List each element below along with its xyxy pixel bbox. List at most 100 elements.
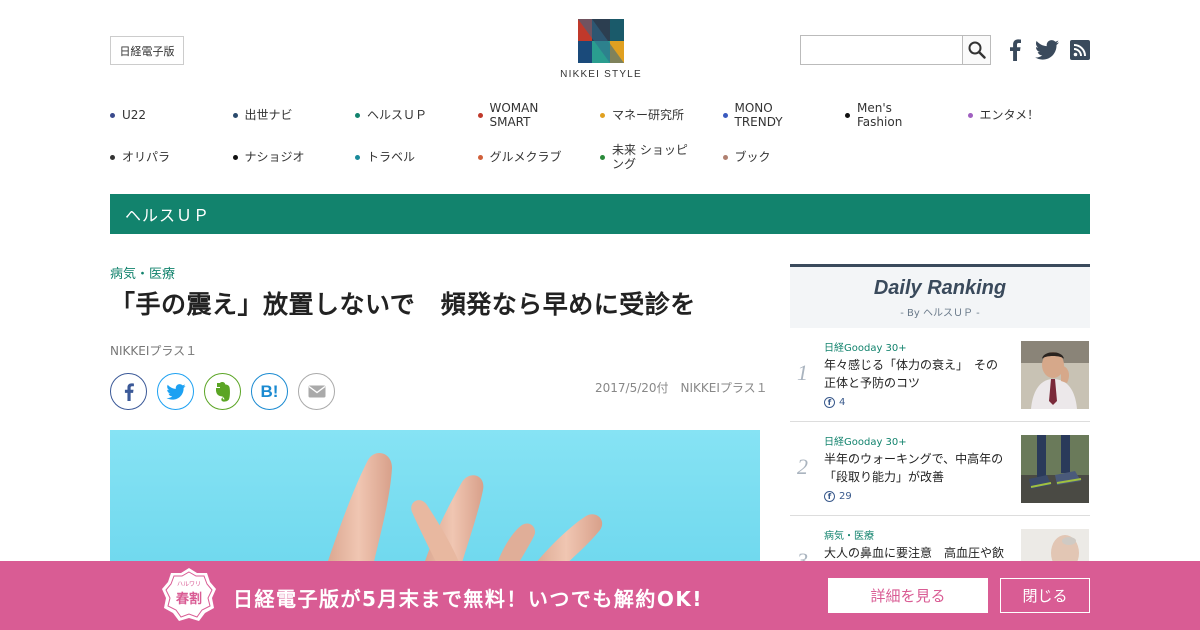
- ranking-share-count: f 4: [824, 397, 845, 408]
- twitter-icon: [165, 383, 186, 400]
- article-source: NIKKEIプラス１: [110, 344, 198, 358]
- article-hero-image: [110, 430, 760, 570]
- nav-label: MONO TRENDY: [734, 101, 783, 129]
- nav-item-natgeo[interactable]: ナショジオ: [232, 142, 356, 172]
- facebook-link[interactable]: [1007, 39, 1023, 61]
- nav-dot: [232, 112, 238, 118]
- nav-label: WOMAN SMART: [489, 101, 539, 129]
- nav-dot: [355, 112, 360, 118]
- nav-label: 出世ナビ: [244, 108, 293, 122]
- nav-item-shusse-navi[interactable]: 出世ナビ: [232, 100, 356, 130]
- nav-label: ブック: [734, 150, 771, 164]
- ranking-item[interactable]: 2 日経Gooday 30+ 半年のウォーキングで、中高年の「段取り能力」が改善…: [790, 422, 1090, 516]
- ranking-number: 1: [797, 360, 808, 385]
- nav-label: Men's Fashion: [857, 101, 903, 129]
- rss-icon: [1070, 40, 1090, 60]
- twitter-icon: [1035, 40, 1059, 60]
- daily-ranking: Daily Ranking - By ヘルスＵＰ - 1 日経Gooday 30…: [790, 264, 1090, 574]
- ranking-item[interactable]: 1 日経Gooday 30+ 年々感じる「体力の衰え」 その正体と予防のコツ f…: [790, 328, 1090, 422]
- rss-link[interactable]: [1070, 39, 1090, 61]
- badge-sub-label: ハルワリ: [176, 581, 201, 588]
- ranking-category: 日経Gooday 30+: [824, 343, 907, 354]
- nav-dot: [845, 112, 850, 118]
- nav-label: エンタメ！: [979, 108, 1040, 122]
- walking-shoes-photo: [1021, 435, 1089, 503]
- search-box: [800, 35, 991, 65]
- ranking-headline: 年々感じる「体力の衰え」 その正体と予防のコツ: [824, 358, 999, 390]
- nav-item-health-up[interactable]: ヘルスＵＰ: [355, 100, 478, 130]
- logo-text: NIKKEI STYLE: [560, 69, 642, 80]
- nav-item-mens-fashion[interactable]: Men's Fashion: [845, 100, 968, 130]
- section-title: ヘルスＵＰ: [125, 206, 211, 225]
- nav-item-u22[interactable]: U22: [110, 100, 233, 130]
- facebook-icon: [124, 382, 134, 401]
- ranking-category: 病気・医療: [824, 531, 874, 542]
- nav-label: U22: [122, 108, 147, 122]
- nav-dot: [110, 112, 115, 118]
- nav-item-money[interactable]: マネー研究所: [600, 100, 723, 130]
- nav-label: グルメクラブ: [489, 150, 562, 164]
- nav-item-woman-smart[interactable]: WOMAN SMART: [477, 100, 601, 130]
- share-twitter-button[interactable]: [157, 373, 194, 410]
- facebook-icon: [1010, 39, 1021, 61]
- nav-label: 未来 ショッピング: [612, 143, 688, 171]
- nav-item-olypara[interactable]: オリパラ: [110, 142, 233, 172]
- facebook-icon: f: [824, 397, 835, 408]
- nav-dot: [967, 112, 973, 118]
- nav-dot: [232, 154, 238, 160]
- nav-item-future-shopping[interactable]: 未来 ショッピング: [600, 142, 723, 172]
- nav-dot: [110, 154, 115, 160]
- nav-dot: [477, 154, 483, 160]
- share-mail-button[interactable]: [298, 373, 335, 410]
- tired-man-photo: [1021, 341, 1089, 409]
- nikkei-digital-button[interactable]: 日経電子版: [110, 36, 184, 65]
- ranking-by: - By ヘルスＵＰ -: [900, 308, 980, 319]
- search-icon: [968, 41, 986, 59]
- nav-label: ナショジオ: [244, 150, 305, 164]
- nav-label: ヘルスＵＰ: [367, 108, 428, 122]
- ranking-category: 日経Gooday 30+: [824, 437, 907, 448]
- ranking-headline: 半年のウォーキングで、中高年の「段取り能力」が改善: [824, 452, 1004, 484]
- evernote-icon: [215, 381, 230, 402]
- hatena-bookmark-icon: B!: [260, 381, 279, 401]
- nav-item-entame[interactable]: エンタメ！: [967, 100, 1091, 130]
- promo-close-button[interactable]: 閉じる: [1000, 578, 1090, 613]
- search-button[interactable]: [962, 36, 990, 64]
- nav-dot: [600, 112, 605, 118]
- article-headline: 「手の震え」放置しないで 頻発なら早めに受診を: [110, 290, 696, 319]
- promo-detail-button[interactable]: 詳細を見る: [828, 578, 988, 613]
- nav-dot: [600, 154, 605, 160]
- nav-dot: [722, 112, 728, 118]
- article-category[interactable]: 病気・医療: [110, 263, 175, 282]
- ranking-thumbnail: [1021, 435, 1089, 503]
- twitter-link[interactable]: [1034, 39, 1060, 61]
- mail-icon: [308, 385, 325, 398]
- nav-dot: [477, 112, 483, 118]
- ranking-share-count: f 29: [824, 491, 852, 502]
- hand-photo: [325, 453, 603, 570]
- nav-item-book[interactable]: ブック: [722, 142, 846, 172]
- nav-row: オリパラ ナショジオ トラベル グルメクラブ 未来 ショッピング ブック: [110, 142, 1090, 172]
- badge-main-label: 春割: [175, 592, 202, 607]
- nav-item-travel[interactable]: トラベル: [355, 142, 478, 172]
- article-date: 2017/5/20付 NIKKEIプラス１: [595, 381, 768, 395]
- nav-item-mono-trendy[interactable]: MONO TRENDY: [722, 100, 846, 130]
- nav-label: マネー研究所: [612, 108, 685, 122]
- section-title-bar: ヘルスＵＰ: [110, 194, 1090, 234]
- ranking-count-value: 29: [839, 491, 852, 502]
- nav-label: オリパラ: [122, 150, 171, 164]
- category-nav: U22 出世ナビ ヘルスＵＰ WOMAN SMART マネー研究所 MONO T…: [110, 100, 1090, 184]
- ranking-number: 2: [797, 454, 808, 479]
- share-facebook-button[interactable]: [110, 373, 147, 410]
- share-evernote-button[interactable]: [204, 373, 241, 410]
- nav-item-gourmet[interactable]: グルメクラブ: [477, 142, 601, 172]
- logo-mark: [578, 19, 624, 63]
- facebook-icon: f: [824, 491, 835, 502]
- nav-row: U22 出世ナビ ヘルスＵＰ WOMAN SMART マネー研究所 MONO T…: [110, 100, 1090, 130]
- ranking-headline: 大人の鼻血に要注意 高血圧や飲: [824, 546, 1005, 560]
- share-hatena-button[interactable]: B!: [251, 373, 288, 410]
- search-input[interactable]: [801, 36, 962, 64]
- nikkei-style-logo[interactable]: NIKKEI STYLE: [556, 19, 646, 83]
- nav-label: トラベル: [367, 150, 416, 164]
- nav-dot: [355, 154, 360, 160]
